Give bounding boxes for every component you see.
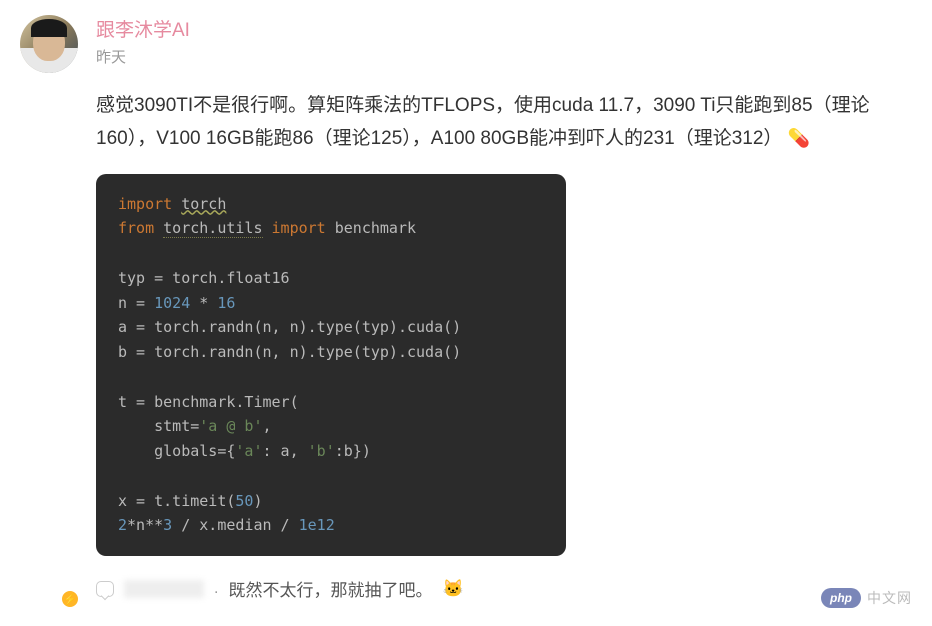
code-line-4: typ = torch.float16	[118, 266, 544, 291]
code-line-5: n = 1024 * 16	[118, 291, 544, 316]
code-line-1: import torch	[118, 192, 544, 217]
avatar-wrapper[interactable]	[20, 15, 78, 607]
post-container: 跟李沐学AI 昨天 感觉3090TI不是很行啊。算矩阵乘法的TFLOPS，使用c…	[0, 0, 932, 622]
code-empty-line	[118, 241, 544, 266]
watermark-text: 中文网	[867, 588, 912, 608]
comment-user-blurred	[124, 580, 204, 598]
comment-text: 既然不太行，那就抽了吧。	[228, 576, 432, 601]
code-empty-line	[118, 464, 544, 489]
post-content: 跟李沐学AI 昨天 感觉3090TI不是很行啊。算矩阵乘法的TFLOPS，使用c…	[96, 15, 912, 607]
code-line-13: x = t.timeit(50)	[118, 489, 544, 514]
code-line-14: 2*n**3 / x.median / 1e12	[118, 513, 544, 538]
comment-icon[interactable]	[96, 581, 114, 597]
author-name[interactable]: 跟李沐学AI	[96, 15, 912, 42]
code-line-9: t = benchmark.Timer(	[118, 390, 544, 415]
avatar	[20, 15, 78, 73]
verified-badge-icon	[60, 589, 80, 609]
post-text: 感觉3090TI不是很行啊。算矩阵乘法的TFLOPS，使用cuda 11.7，3…	[96, 89, 912, 156]
timestamp: 昨天	[96, 46, 912, 67]
pill-emoji-icon: 💊	[788, 123, 810, 155]
code-line-11: globals={'a': a, 'b':b})	[118, 439, 544, 464]
comment-bar[interactable]: . 既然不太行，那就抽了吧。 🐱	[96, 570, 912, 607]
code-block: import torch from torch.utils import ben…	[96, 174, 566, 557]
post-body-text: 感觉3090TI不是很行啊。算矩阵乘法的TFLOPS，使用cuda 11.7，3…	[96, 95, 870, 149]
code-line-2: from torch.utils import benchmark	[118, 216, 544, 241]
code-line-6: a = torch.randn(n, n).type(typ).cuda()	[118, 315, 544, 340]
php-logo-icon: php	[821, 588, 861, 608]
watermark: php 中文网	[821, 588, 912, 608]
code-line-7: b = torch.randn(n, n).type(typ).cuda()	[118, 340, 544, 365]
code-line-10: stmt='a @ b',	[118, 414, 544, 439]
cat-emoji-icon: 🐱	[442, 579, 463, 599]
comment-separator: .	[214, 580, 218, 598]
code-empty-line	[118, 365, 544, 390]
